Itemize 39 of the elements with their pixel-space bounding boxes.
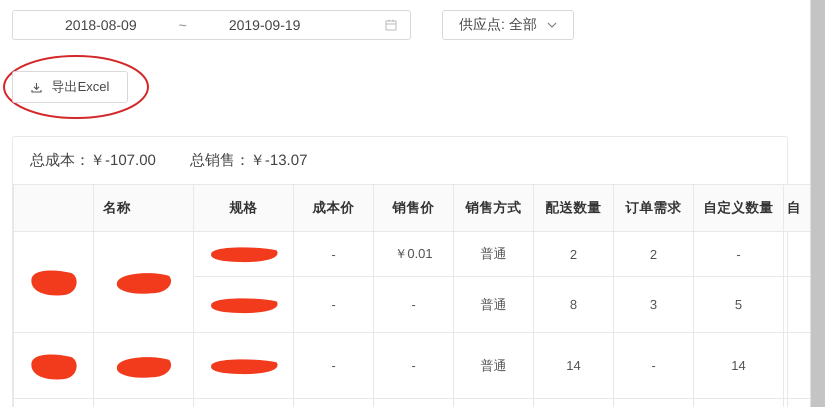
column-header: 订单需求 <box>614 184 694 232</box>
column-header: 配送数量 <box>534 184 614 232</box>
supplier-select[interactable]: 供应点: 全部 <box>442 10 574 40</box>
column-header: 销售方式 <box>454 184 534 232</box>
column-header: 成本价 <box>294 184 374 232</box>
table-cell: - <box>374 276 454 332</box>
column-header: 名称 <box>94 184 194 232</box>
table-cell: 2 <box>534 232 614 276</box>
scrollbar[interactable] <box>810 0 825 407</box>
range-separator: ~ <box>178 17 187 33</box>
table-cell: 14 <box>534 332 614 398</box>
table-cell: - <box>374 332 454 398</box>
table-cell: - <box>694 232 784 276</box>
table-cell: 14 <box>694 332 784 398</box>
export-excel-button[interactable]: 导出Excel <box>12 71 128 103</box>
calendar-icon <box>385 19 397 31</box>
table-cell: 3 <box>614 276 694 332</box>
table-cell: 普通 <box>454 232 534 276</box>
table-cell: 普通 <box>454 332 534 398</box>
column-header: 销售价 <box>374 184 454 232</box>
summary-total: 总销售：￥-13.07 <box>190 151 308 170</box>
table-cell: - <box>294 232 374 276</box>
table-cell: ￥0.01 <box>374 232 454 276</box>
table-cell: - <box>294 276 374 332</box>
column-header: 自定义数量 <box>694 184 784 232</box>
table-cell: 5 <box>694 276 784 332</box>
date-range-field[interactable]: 2018-08-09 ~ 2019-09-19 <box>12 10 411 40</box>
summary-total: 总成本：￥-107.00 <box>30 151 156 170</box>
column-header: 规格 <box>194 184 294 232</box>
table-cell: - <box>614 332 694 398</box>
table-cell: - <box>294 332 374 398</box>
table-cell: 2 <box>614 232 694 276</box>
table-cell: 8 <box>534 276 614 332</box>
chevron-down-icon <box>546 22 557 28</box>
download-icon <box>30 82 42 92</box>
start-date: 2018-08-09 <box>65 17 137 33</box>
column-header: 自 <box>784 184 810 232</box>
table-cell: 普通 <box>454 276 534 332</box>
end-date: 2019-09-19 <box>228 17 300 33</box>
